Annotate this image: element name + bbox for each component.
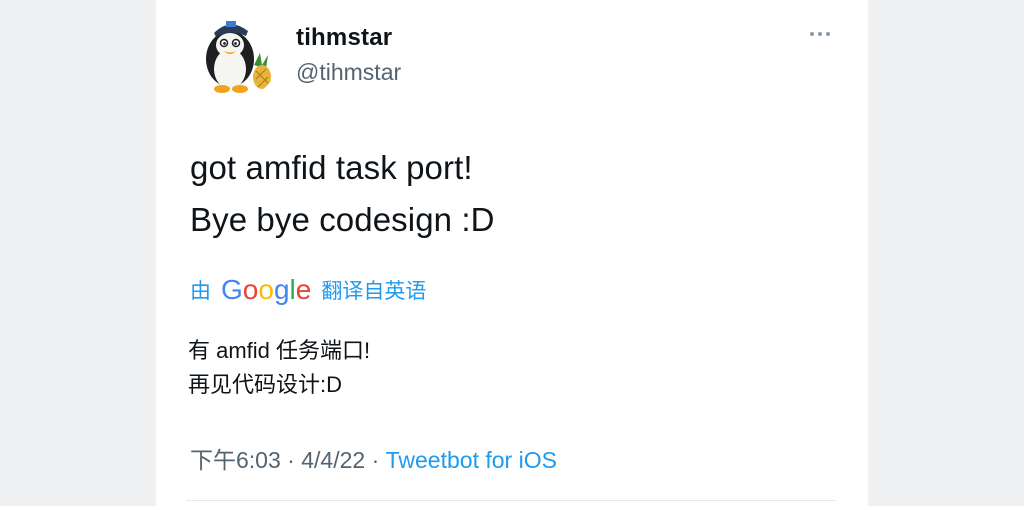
- translation-suffix: 翻译自英语: [321, 280, 427, 303]
- tweet-line: got amfid task port!: [190, 149, 473, 186]
- tweet-date[interactable]: 4/4/22: [301, 447, 365, 473]
- google-logo: Google: [221, 274, 312, 305]
- more-options-button[interactable]: [806, 20, 834, 48]
- tweet-meta: 下午6:03 · 4/4/22 · Tweetbot for iOS: [190, 444, 557, 476]
- user-handle[interactable]: @tihmstar: [296, 58, 401, 86]
- display-name[interactable]: tihmstar: [296, 24, 392, 52]
- more-options-icon: [818, 32, 822, 36]
- tweet-source-link[interactable]: Tweetbot for iOS: [386, 447, 557, 473]
- translated-line: 有 amfid 任务端口!: [188, 338, 371, 363]
- translation-attribution[interactable]: 由 Google 翻译自英语: [190, 274, 426, 306]
- translated-text: 有 amfid 任务端口! 再见代码设计:D: [188, 334, 370, 402]
- translated-line: 再见代码设计:D: [188, 372, 343, 397]
- more-options-icon: [810, 32, 814, 36]
- translation-prefix: 由: [190, 280, 211, 303]
- penguin-avatar-icon: [190, 9, 280, 99]
- meta-separator: ·: [287, 447, 295, 473]
- divider: [186, 500, 836, 501]
- tweet-line: Bye bye codesign :D: [190, 201, 495, 238]
- more-options-icon: [826, 32, 830, 36]
- tweet-time[interactable]: 下午6:03: [190, 447, 281, 473]
- avatar[interactable]: [190, 9, 280, 99]
- meta-separator: ·: [371, 447, 380, 473]
- tweet-text: got amfid task port! Bye bye codesign :D: [190, 142, 495, 246]
- page-background: tihmstar @tihmstar got amfid task port! …: [0, 0, 1024, 506]
